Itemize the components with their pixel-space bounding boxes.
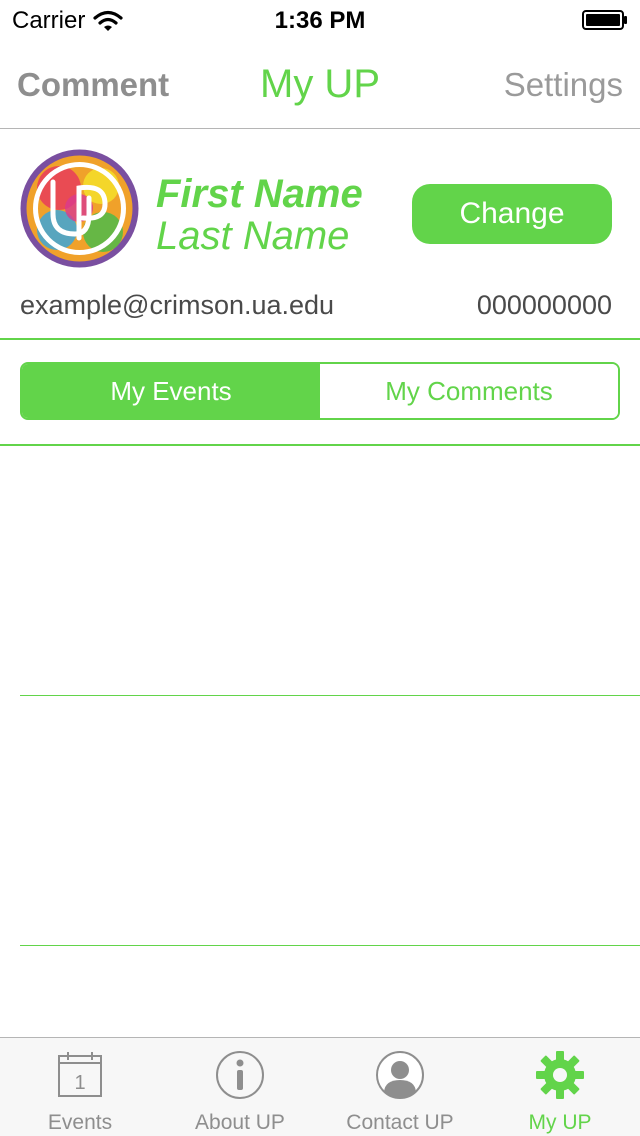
tab-my-up[interactable]: My UP (480, 1038, 640, 1136)
tab-label: Contact UP (346, 1111, 454, 1134)
calendar-icon: 1 (58, 1052, 102, 1097)
tab-bar: 1 Events About UP Contact UP My UP (0, 1037, 640, 1136)
tab-label: About UP (195, 1111, 285, 1134)
profile-header: First Name Last Name Change example@crim… (0, 130, 640, 340)
segmented-control: My Events My Comments (20, 362, 620, 420)
student-id-label: 000000000 (476, 290, 612, 320)
list-row[interactable] (20, 446, 640, 696)
first-name-label: First Name (156, 172, 363, 216)
tab-label: My UP (528, 1111, 592, 1134)
gear-icon (536, 1051, 584, 1099)
tab-about-up[interactable]: About UP (160, 1038, 320, 1136)
status-bar: Carrier 1:36 PM (0, 0, 640, 40)
calendar-day: 1 (74, 1072, 85, 1094)
change-button[interactable]: Change (412, 184, 612, 244)
segment-my-comments[interactable]: My Comments (320, 364, 618, 418)
tab-contact-up[interactable]: Contact UP (320, 1038, 480, 1136)
contact-icon (376, 1051, 424, 1099)
segment-my-events[interactable]: My Events (22, 364, 320, 418)
last-name-label: Last Name (156, 214, 350, 258)
events-list[interactable] (0, 446, 640, 1036)
status-time: 1:36 PM (274, 7, 366, 34)
tab-events[interactable]: 1 Events (0, 1038, 160, 1136)
email-label: example@crimson.ua.edu (20, 290, 335, 320)
up-logo (20, 149, 139, 268)
battery-icon (582, 10, 627, 30)
segment-area: My Events My Comments (0, 342, 640, 446)
tab-label: Events (47, 1111, 113, 1134)
navigation-bar: Comment My UP Settings (0, 40, 640, 129)
settings-button[interactable]: Settings (504, 66, 623, 104)
list-row[interactable] (20, 696, 640, 946)
info-icon (216, 1051, 264, 1099)
